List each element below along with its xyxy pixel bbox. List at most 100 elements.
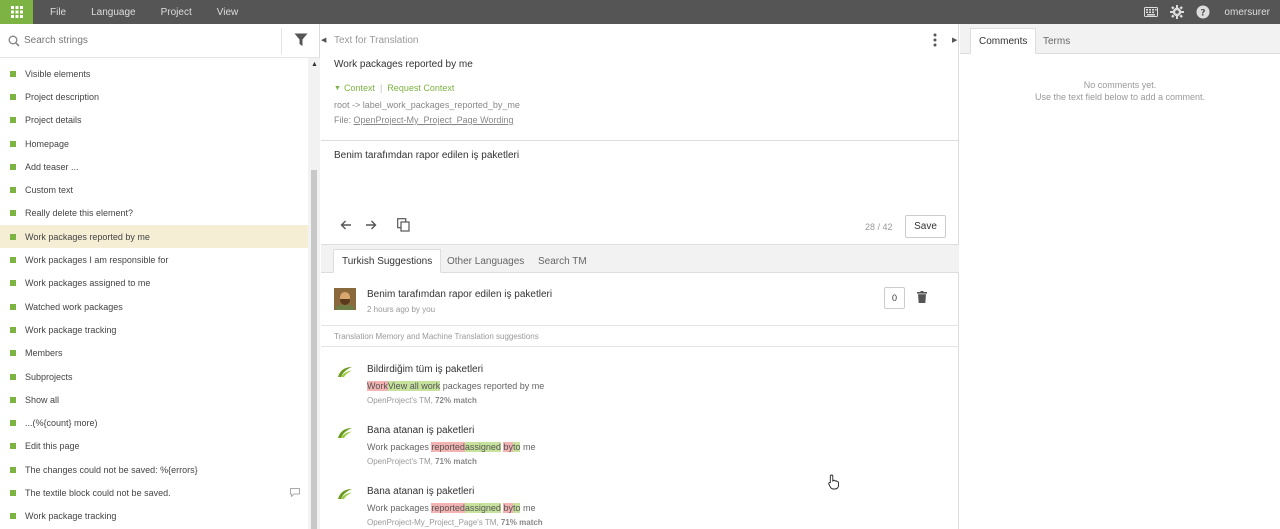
list-item[interactable]: Work package tracking [0, 505, 308, 528]
status-bullet [10, 187, 16, 194]
tm-suggestion[interactable]: Bana atanan iş paketleri Work packages r… [321, 474, 959, 529]
list-item[interactable]: The textile block could not be saved. [0, 481, 308, 504]
collapse-left-icon[interactable]: ◀ [321, 36, 326, 44]
tab-search-tm[interactable]: Search TM [530, 249, 595, 273]
tm-logo-icon [338, 367, 352, 377]
tab-terms[interactable]: Terms [1035, 28, 1078, 54]
status-bullet [10, 70, 16, 77]
list-item[interactable]: Project description [0, 85, 308, 108]
more-options-icon[interactable] [929, 32, 941, 48]
tm-source-meta: OpenProject-My_Project_Page's TM, 71% ma… [367, 518, 543, 527]
list-item[interactable]: Members [0, 342, 308, 365]
top-bar: File Language Project View ? omersurer [0, 0, 1280, 24]
file-prefix: File: [334, 115, 352, 125]
search-icon [8, 35, 20, 47]
list-item[interactable]: ...(%{count} more) [0, 411, 308, 434]
tab-comments[interactable]: Comments [970, 28, 1037, 54]
user-name[interactable]: omersurer [1224, 7, 1270, 18]
no-comments-hint: Use the text field below to add a commen… [1034, 92, 1206, 102]
collapse-right-icon[interactable]: ▶ [952, 36, 957, 44]
list-item[interactable]: Subprojects [0, 365, 308, 388]
list-item-label: Watched work packages [25, 301, 123, 312]
help-icon[interactable]: ? [1196, 5, 1210, 19]
keyboard-icon[interactable] [1144, 7, 1159, 17]
suggestion-text[interactable]: Benim tarafımdan rapor edilen iş paketle… [367, 289, 552, 300]
tab-other-languages[interactable]: Other Languages [439, 249, 532, 273]
copy-source-icon[interactable] [397, 218, 410, 232]
request-context-link[interactable]: Request Context [387, 83, 454, 93]
list-item[interactable]: Watched work packages [0, 295, 308, 318]
tm-translation: Bana atanan iş paketleri [367, 486, 475, 497]
tm-source-diff: Work packages reportedassigned byto me [367, 503, 536, 513]
context-row: ▼ Context | Request Context [334, 83, 454, 93]
menu-project[interactable]: Project [161, 7, 192, 18]
list-item[interactable]: Work package tracking [0, 318, 308, 341]
list-item-label: Show all [25, 394, 60, 405]
list-item[interactable]: Edit this page [0, 435, 308, 458]
list-item[interactable]: Work packages I am responsible for [0, 248, 308, 271]
list-item-label: Subprojects [25, 371, 73, 382]
save-button[interactable]: Save [905, 215, 946, 238]
list-item-label: Work packages I am responsible for [25, 255, 169, 266]
search-input[interactable] [24, 35, 264, 46]
status-bullet [10, 140, 16, 147]
triangle-down-icon[interactable]: ▼ [334, 85, 341, 92]
tm-suggestion[interactable]: Bildirdiğim tüm iş paketleri WorkView al… [321, 352, 959, 414]
scroll-up-icon[interactable]: ▲ [311, 61, 318, 68]
list-item[interactable]: The changes could not be saved: %{errors… [0, 458, 308, 481]
app-grid-button[interactable] [0, 0, 33, 24]
editor-toolbar: 28 / 42 Save [321, 210, 959, 244]
list-item[interactable]: Visible elements [0, 62, 308, 85]
tm-heading: Translation Memory and Machine Translati… [334, 332, 539, 341]
translation-textarea[interactable]: Benim tarafımdan rapor edilen iş paketle… [334, 150, 519, 161]
filter-icon[interactable] [294, 33, 308, 47]
tm-source-diff: WorkView all work packages reported by m… [367, 381, 545, 391]
list-item[interactable]: Show all [0, 388, 308, 411]
status-bullet [10, 326, 16, 333]
context-toggle[interactable]: Context [344, 83, 375, 93]
arrow-right-icon[interactable] [365, 219, 377, 231]
menu-language[interactable]: Language [91, 7, 136, 18]
status-bullet [10, 443, 16, 450]
status-bullet [10, 257, 16, 264]
arrow-left-icon[interactable] [340, 219, 352, 231]
top-right-tools: ? omersurer [1144, 0, 1280, 24]
list-item[interactable]: Homepage [0, 132, 308, 155]
gear-icon[interactable] [1170, 5, 1185, 19]
list-item[interactable]: Custom text [0, 178, 308, 201]
list-item-label: Members [25, 348, 63, 359]
list-item[interactable]: Really delete this element? [0, 202, 308, 225]
avatar [334, 288, 356, 310]
editor-panel: ◀ Text for Translation Work packages rep… [321, 24, 959, 529]
tab-turkish-suggestions[interactable]: Turkish Suggestions [333, 249, 442, 273]
search-bar [0, 24, 319, 58]
list-item[interactable]: Project details [0, 109, 308, 132]
list-item[interactable]: Add teaser ... [0, 155, 308, 178]
list-item-label: Project description [25, 91, 100, 102]
status-bullet [10, 420, 16, 427]
search-divider [281, 28, 282, 54]
grid-icon [10, 6, 23, 18]
menu-file[interactable]: File [50, 7, 66, 18]
list-item[interactable]: Work packages assigned to me [0, 272, 308, 295]
list-item-label: Work packages reported by me [25, 231, 150, 242]
trash-icon[interactable] [917, 291, 927, 303]
list-item-label: Work package tracking [25, 511, 117, 522]
tm-logo-icon [338, 428, 352, 438]
file-link[interactable]: OpenProject-My_Project_Page Wording [354, 115, 514, 125]
scrollbar-thumb[interactable] [311, 170, 317, 529]
list-item-label: The changes could not be saved: %{errors… [25, 464, 198, 475]
scrollbar[interactable]: ▲ [308, 58, 320, 529]
tm-translation: Bana atanan iş paketleri [367, 425, 475, 436]
progress-counter: 28 / 42 [865, 222, 893, 232]
comments-tabs: Comments Terms [960, 24, 1280, 54]
status-bullet [10, 513, 16, 520]
menu-view[interactable]: View [217, 7, 239, 18]
vote-count-button[interactable]: 0 [884, 287, 905, 309]
list-item-selected[interactable]: Work packages reported by me [0, 225, 308, 249]
list-item-label: Really delete this element? [25, 208, 134, 219]
list-item-label: Visible elements [25, 68, 91, 79]
tm-suggestion[interactable]: Bana atanan iş paketleri Work packages r… [321, 413, 959, 475]
list-item-label: ...(%{count} more) [25, 418, 98, 429]
separator: | [379, 83, 383, 93]
